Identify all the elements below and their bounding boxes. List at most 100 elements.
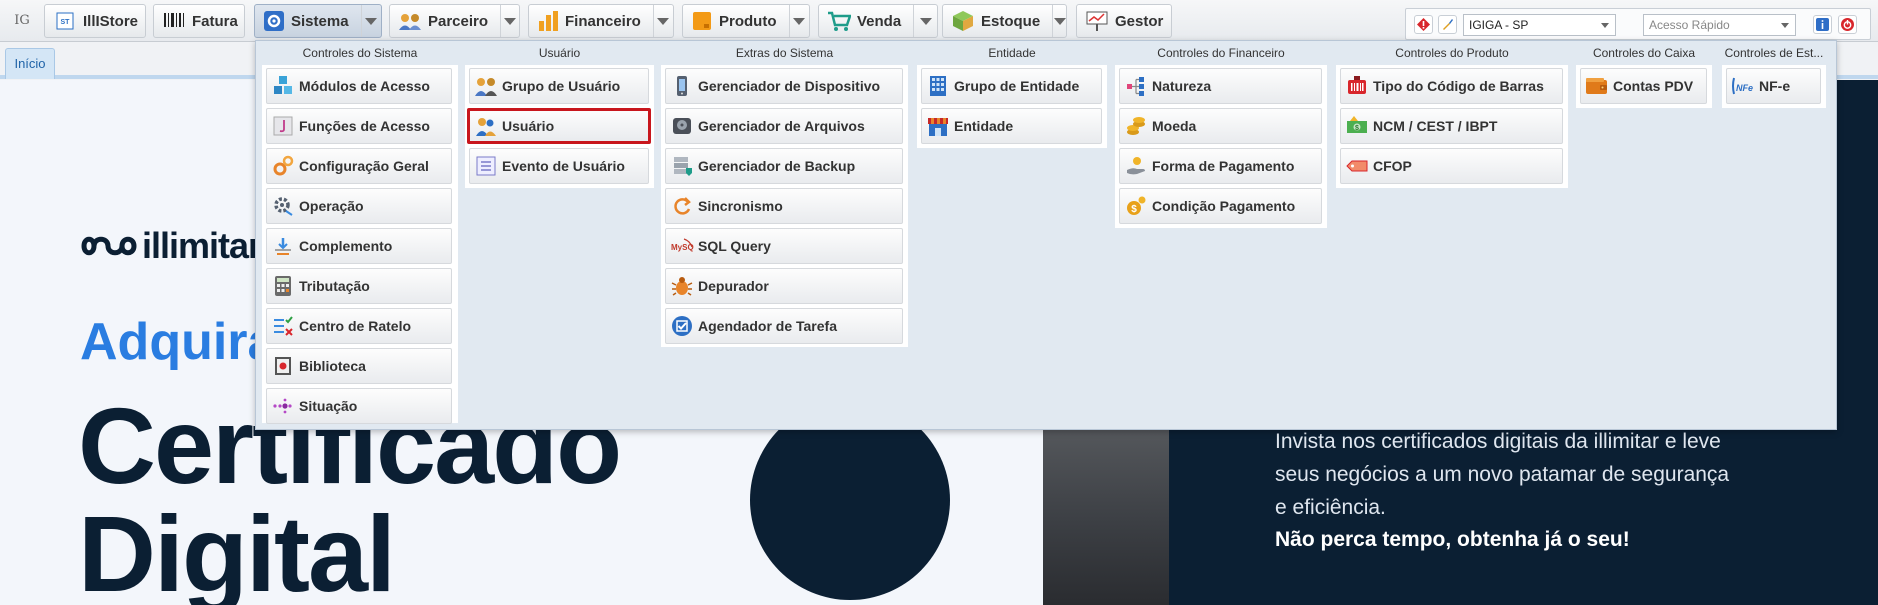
menu-item-depurador[interactable]: Depurador — [665, 268, 903, 304]
menu-item-nfe[interactable]: NFe NF-e — [1726, 68, 1821, 104]
menu-item-tributacao[interactable]: Tributação — [266, 268, 452, 304]
chevron-down-icon[interactable] — [788, 5, 810, 37]
nav-illistore-button[interactable]: ST IllIStore — [44, 4, 146, 38]
menu-item-label: Usuário — [502, 118, 555, 134]
menu-item-contas-pdv[interactable]: Contas PDV — [1580, 68, 1707, 104]
brush-icon[interactable] — [1438, 15, 1457, 34]
nav-produto-button[interactable]: Produto — [682, 4, 810, 38]
complement-icon — [271, 234, 295, 258]
menu-item-gerenciador-de-backup[interactable]: Gerenciador de Backup — [665, 148, 903, 184]
menu-item-grupo-de-entidade[interactable]: Grupo de Entidade — [921, 68, 1102, 104]
column-title: Entidade — [988, 46, 1036, 60]
menu-item-sql-query[interactable]: MySQL SQL Query — [665, 228, 903, 264]
column-title: Controles do Sistema — [302, 46, 418, 60]
menu-item-evento-de-usuario[interactable]: Evento de Usuário — [469, 148, 649, 184]
building-grid-icon — [926, 74, 950, 98]
home-logo-button[interactable]: IG — [8, 9, 36, 33]
gears-icon — [271, 154, 295, 178]
chevron-down-icon[interactable] — [500, 5, 519, 37]
menu-item-label: Agendador de Tarefa — [698, 318, 837, 334]
menu-item-label: Evento de Usuário — [502, 158, 625, 174]
promo-line: e eficiência. — [1275, 496, 1386, 519]
mobile-device-icon — [670, 74, 694, 98]
company-select-value: IGIGA - SP — [1469, 18, 1529, 32]
library-icon — [271, 354, 295, 378]
menu-item-label: Grupo de Entidade — [954, 78, 1080, 94]
top-toolbar: IG ST IllIStore Fatura Sistema Parceiro … — [0, 0, 1878, 42]
company-select[interactable]: IGIGA - SP — [1463, 14, 1616, 36]
info-icon[interactable] — [1813, 15, 1832, 34]
menu-item-label: Biblioteca — [299, 358, 366, 374]
nav-venda-button[interactable]: Venda — [818, 4, 938, 38]
nav-label: Produto — [719, 12, 777, 30]
menu-item-natureza[interactable]: Natureza — [1119, 68, 1322, 104]
chevron-down-icon[interactable] — [360, 5, 381, 37]
menu-item-label: Depurador — [698, 278, 769, 294]
menu-item-gerenciador-de-dispositivo[interactable]: Gerenciador de Dispositivo — [665, 68, 903, 104]
column-body: Contas PDV — [1576, 65, 1712, 108]
nav-financeiro-button[interactable]: Financeiro — [528, 4, 674, 38]
infinity-logo-icon — [81, 236, 137, 256]
alert-icon[interactable] — [1414, 15, 1433, 34]
menu-item-label: Grupo de Usuário — [502, 78, 621, 94]
menu-item-moeda[interactable]: Moeda — [1119, 108, 1322, 144]
nfe-icon: NFe — [1731, 74, 1755, 98]
menu-item-funcoes-de-acesso[interactable]: Funções de Acesso — [266, 108, 452, 144]
menu-item-sincronismo[interactable]: Sincronismo — [665, 188, 903, 224]
column-body: Tipo do Código de Barras $ NCM / CEST / … — [1336, 65, 1568, 188]
menu-item-label: NF-e — [1759, 78, 1791, 94]
user-icon — [474, 114, 498, 138]
power-icon[interactable] — [1838, 15, 1857, 34]
menu-item-tipo-do-codigo-de-barras[interactable]: Tipo do Código de Barras — [1340, 68, 1563, 104]
menu-item-gerenciador-de-arquivos[interactable]: Gerenciador de Arquivos — [665, 108, 903, 144]
banner-cta: Não perca tempo, obtenha já o seu! — [1275, 528, 1630, 551]
menu-item-label: Moeda — [1152, 118, 1197, 134]
logo-text: illimitar — [142, 225, 262, 266]
barcode-icon — [162, 10, 186, 32]
tab-inicio[interactable]: Início — [5, 48, 55, 79]
menu-item-complemento[interactable]: Complemento — [266, 228, 452, 264]
database-backup-icon — [670, 154, 694, 178]
menu-item-grupo-de-usuario[interactable]: Grupo de Usuário — [469, 68, 649, 104]
column-body: Grupo de Entidade Entidade — [917, 65, 1107, 148]
nav-gestor-button[interactable]: Gestor — [1076, 4, 1172, 38]
price-tag-icon — [1345, 154, 1369, 178]
column-body: Gerenciador de Dispositivo Gerenciador d… — [661, 65, 908, 347]
banner-promo-text: Invista nos certificados digitais da ill… — [1275, 425, 1795, 524]
hard-drive-icon — [670, 114, 694, 138]
menu-item-biblioteca[interactable]: Biblioteca — [266, 348, 452, 384]
menu-item-situacao[interactable]: Situação — [266, 388, 452, 424]
menu-item-forma-de-pagamento[interactable]: Forma de Pagamento — [1119, 148, 1322, 184]
menu-item-operacao[interactable]: Operação — [266, 188, 452, 224]
nature-tree-icon — [1124, 74, 1148, 98]
menu-item-label: Condição Pagamento — [1152, 198, 1296, 214]
barcode-scanner-icon — [1345, 74, 1369, 98]
quick-access-select[interactable]: Acesso Rápido — [1643, 14, 1796, 36]
mysql-icon: MySQL — [670, 234, 694, 258]
menu-item-cfop[interactable]: CFOP — [1340, 148, 1563, 184]
menu-item-modulos-de-acesso[interactable]: Módulos de Acesso — [266, 68, 452, 104]
checklist-icon — [271, 314, 295, 338]
menu-item-usuario[interactable]: Usuário — [467, 108, 651, 144]
chevron-down-icon[interactable] — [652, 5, 673, 37]
column-body: Módulos de Acesso Funções de Acesso Conf… — [262, 65, 458, 424]
menu-item-label: Centro de Ratelo — [299, 318, 412, 334]
chevron-down-icon[interactable] — [1052, 5, 1066, 37]
menu-item-condicao-pagamento[interactable]: $ Condição Pagamento — [1119, 188, 1322, 224]
menu-item-ncm-cest-ibpt[interactable]: $ NCM / CEST / IBPT — [1340, 108, 1563, 144]
nav-label: Financeiro — [565, 12, 641, 30]
menu-item-centro-de-ratelo[interactable]: Centro de Ratelo — [266, 308, 452, 344]
nav-parceiro-button[interactable]: Parceiro — [389, 4, 520, 38]
nav-fatura-button[interactable]: Fatura — [153, 4, 245, 38]
menu-item-label: NCM / CEST / IBPT — [1373, 118, 1498, 134]
menu-item-configuracao-geral[interactable]: Configuração Geral — [266, 148, 452, 184]
nav-estoque-button[interactable]: Estoque — [942, 4, 1067, 38]
menu-item-label: Operação — [299, 198, 364, 214]
column-title: Extras do Sistema — [735, 46, 834, 60]
menu-item-agendador-de-tarefa[interactable]: Agendador de Tarefa — [665, 308, 903, 344]
menu-item-entidade[interactable]: Entidade — [921, 108, 1102, 144]
quick-access-placeholder: Acesso Rápido — [1649, 18, 1730, 32]
svg-text:ST: ST — [61, 19, 71, 26]
nav-sistema-button[interactable]: Sistema — [254, 4, 382, 38]
chevron-down-icon[interactable] — [913, 5, 937, 37]
